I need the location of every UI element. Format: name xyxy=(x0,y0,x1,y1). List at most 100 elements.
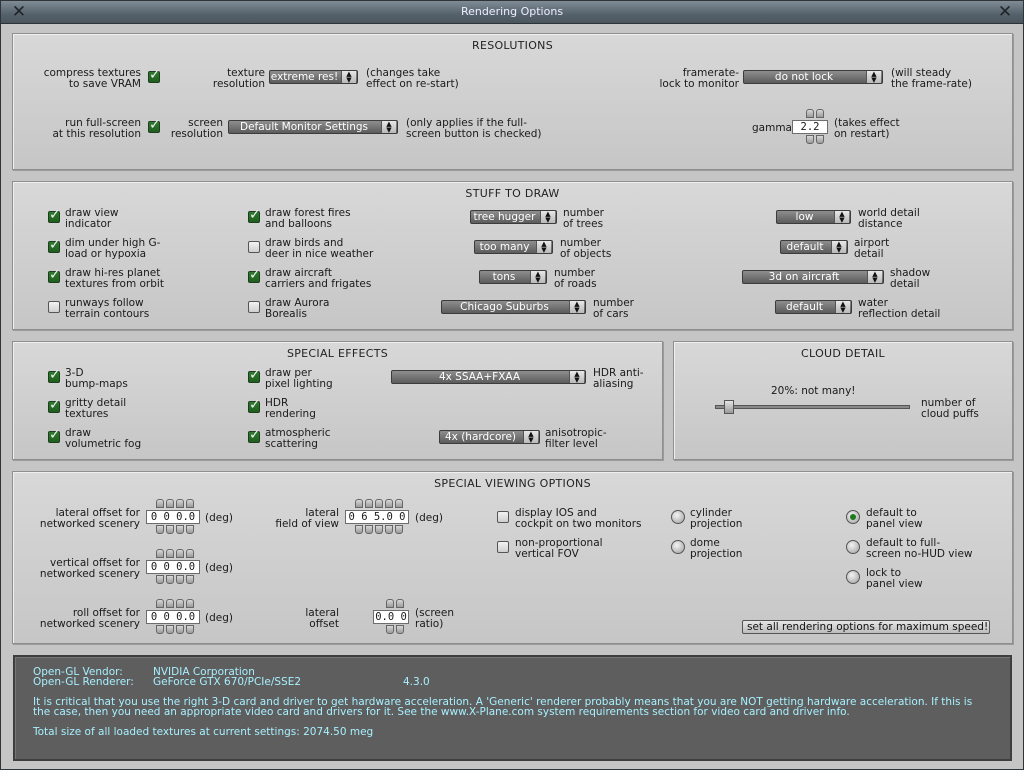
close-icon[interactable]: ✕ xyxy=(10,3,28,21)
spin-down-arrow[interactable] xyxy=(186,575,194,584)
run-fullscreen-checkbox[interactable]: ✓ xyxy=(148,118,161,133)
framerate-lock-dropdown[interactable]: do not lock ▲ ▼ xyxy=(743,70,883,84)
spin-up-arrow[interactable] xyxy=(166,599,174,608)
aurora-borealis-checkbox[interactable] xyxy=(248,301,260,313)
gamma-up-arrow[interactable] xyxy=(806,109,814,118)
cloud-puffs-slider-thumb[interactable] xyxy=(724,400,735,414)
hdr-rendering-checkbox[interactable]: ✓ xyxy=(248,398,261,413)
spin-up-arrow[interactable] xyxy=(166,549,174,558)
spin-down-arrow[interactable] xyxy=(186,625,194,634)
resolutions-panel: RESOLUTIONS compress textures to save VRA… xyxy=(12,33,1013,170)
spin-down-arrow[interactable] xyxy=(396,625,404,634)
aircraft-carriers-checkbox[interactable]: ✓ xyxy=(248,268,261,283)
cylinder-projection-radio[interactable] xyxy=(671,510,685,524)
gamma-down-arrow[interactable] xyxy=(806,135,814,144)
max-speed-button[interactable]: set all rendering options for maximum sp… xyxy=(742,620,990,634)
hires-planet-checkbox[interactable]: ✓ xyxy=(48,268,61,283)
spin-down-arrow[interactable] xyxy=(166,575,174,584)
airport-detail-dropdown[interactable]: default ▲ ▼ xyxy=(780,240,848,254)
spin-up-arrow[interactable] xyxy=(176,549,184,558)
spin-down-arrow[interactable] xyxy=(156,575,164,584)
spin-up-arrow[interactable] xyxy=(386,599,394,608)
lock-panel-view-radio[interactable] xyxy=(846,570,860,584)
spin-down-arrow[interactable] xyxy=(176,575,184,584)
spin-down-arrow[interactable] xyxy=(176,525,184,534)
default-fullscreen-radio[interactable] xyxy=(846,540,860,554)
pixel-lighting-checkbox[interactable]: ✓ xyxy=(248,368,261,383)
resolutions-title: RESOLUTIONS xyxy=(472,39,553,52)
gamma-down-arrow[interactable] xyxy=(816,135,824,144)
world-detail-dropdown[interactable]: low ▲ ▼ xyxy=(776,210,851,224)
draw-view-indicator-checkbox[interactable]: ✓ xyxy=(48,208,61,223)
spin-up-arrow[interactable] xyxy=(375,499,383,508)
spin-up-arrow[interactable] xyxy=(156,599,164,608)
number-of-roads-dropdown[interactable]: tons ▲ ▼ xyxy=(479,270,547,284)
spin-down-arrow[interactable] xyxy=(365,525,373,534)
spin-up-arrow[interactable] xyxy=(385,499,393,508)
roll-offset-input[interactable]: 0 0 0.0 xyxy=(146,610,200,624)
spin-down-arrow[interactable] xyxy=(386,625,394,634)
default-panel-view-radio[interactable] xyxy=(846,510,860,524)
dropdown-arrows-icon: ▲ ▼ xyxy=(536,241,551,254)
spin-down-arrow[interactable] xyxy=(156,625,164,634)
number-of-cars-dropdown[interactable]: Chicago Suburbs ▲ ▼ xyxy=(441,300,586,314)
lateral-fov-input[interactable]: 0 6 5.0 0 xyxy=(345,510,409,524)
spin-up-arrow[interactable] xyxy=(176,599,184,608)
dim-high-g-checkbox[interactable]: ✓ xyxy=(48,238,61,253)
spin-down-arrow[interactable] xyxy=(395,525,403,534)
spin-up-arrow[interactable] xyxy=(186,499,194,508)
lateral-screen-offset-input[interactable]: 0.0 0 xyxy=(373,610,409,624)
spin-down-arrow[interactable] xyxy=(166,525,174,534)
dim-high-g-label: dim under high G-load or hypoxia xyxy=(65,237,161,260)
atmospheric-scattering-label: atmospheric scattering xyxy=(265,427,331,450)
birds-deer-checkbox[interactable] xyxy=(248,241,260,253)
spin-down-arrow[interactable] xyxy=(355,525,363,534)
lateral-fov-unit: (deg) xyxy=(415,512,443,524)
lateral-offset-input[interactable]: 0 0 0.0 xyxy=(146,510,200,524)
spin-up-arrow[interactable] xyxy=(365,499,373,508)
spin-down-arrow[interactable] xyxy=(176,625,184,634)
number-of-objects-dropdown[interactable]: too many ▲ ▼ xyxy=(474,240,553,254)
anisotropic-filter-dropdown[interactable]: 4x (hardcore) ▲ ▼ xyxy=(439,430,540,444)
spin-down-arrow[interactable] xyxy=(156,525,164,534)
runways-follow-terrain-checkbox[interactable] xyxy=(48,301,60,313)
special-viewing-title: SPECIAL VIEWING OPTIONS xyxy=(434,477,591,490)
screen-resolution-dropdown[interactable]: Default Monitor Settings ▲ ▼ xyxy=(228,120,398,134)
gamma-up-arrow[interactable] xyxy=(816,109,824,118)
spin-up-arrow[interactable] xyxy=(156,549,164,558)
spin-up-arrow[interactable] xyxy=(355,499,363,508)
bump-maps-checkbox[interactable]: ✓ xyxy=(48,368,61,383)
hdr-antialiasing-dropdown[interactable]: 4x SSAA+FXAA ▲ ▼ xyxy=(391,370,586,384)
ios-cockpit-checkbox[interactable] xyxy=(497,511,509,523)
number-of-trees-dropdown[interactable]: tree hugger ▲ ▼ xyxy=(470,210,557,224)
spin-up-arrow[interactable] xyxy=(166,499,174,508)
spin-up-arrow[interactable] xyxy=(186,599,194,608)
cloud-puffs-slider-track[interactable] xyxy=(715,405,910,409)
volumetric-fog-checkbox[interactable]: ✓ xyxy=(48,428,61,443)
compress-textures-checkbox[interactable]: ✓ xyxy=(148,68,161,83)
spin-down-arrow[interactable] xyxy=(186,525,194,534)
world-detail-label: world detail distance xyxy=(858,207,920,230)
close-icon-right[interactable]: ✕ xyxy=(996,3,1014,21)
spin-up-arrow[interactable] xyxy=(176,499,184,508)
title-bar[interactable]: Rendering Options ✕ ✕ xyxy=(1,1,1023,24)
spin-up-arrow[interactable] xyxy=(156,499,164,508)
roll-offset-unit: (deg) xyxy=(205,612,233,624)
gamma-input[interactable]: 2.2 xyxy=(792,120,828,134)
water-reflection-dropdown[interactable]: default ▲ ▼ xyxy=(775,300,852,314)
shadow-detail-label: shadow detail xyxy=(890,267,931,290)
forest-fires-checkbox[interactable]: ✓ xyxy=(248,208,261,223)
nonprop-fov-checkbox[interactable] xyxy=(497,541,509,553)
vertical-offset-input[interactable]: 0 0 0.0 xyxy=(146,560,200,574)
texture-resolution-dropdown[interactable]: extreme res! ▲ ▼ xyxy=(269,70,358,84)
shadow-detail-dropdown[interactable]: 3d on aircraft ▲ ▼ xyxy=(742,270,884,284)
atmospheric-scattering-checkbox[interactable]: ✓ xyxy=(248,428,261,443)
spin-up-arrow[interactable] xyxy=(186,549,194,558)
spin-up-arrow[interactable] xyxy=(396,599,404,608)
spin-down-arrow[interactable] xyxy=(375,525,383,534)
spin-down-arrow[interactable] xyxy=(385,525,393,534)
spin-down-arrow[interactable] xyxy=(166,625,174,634)
spin-up-arrow[interactable] xyxy=(395,499,403,508)
gritty-detail-checkbox[interactable]: ✓ xyxy=(48,398,61,413)
dome-projection-radio[interactable] xyxy=(671,540,685,554)
